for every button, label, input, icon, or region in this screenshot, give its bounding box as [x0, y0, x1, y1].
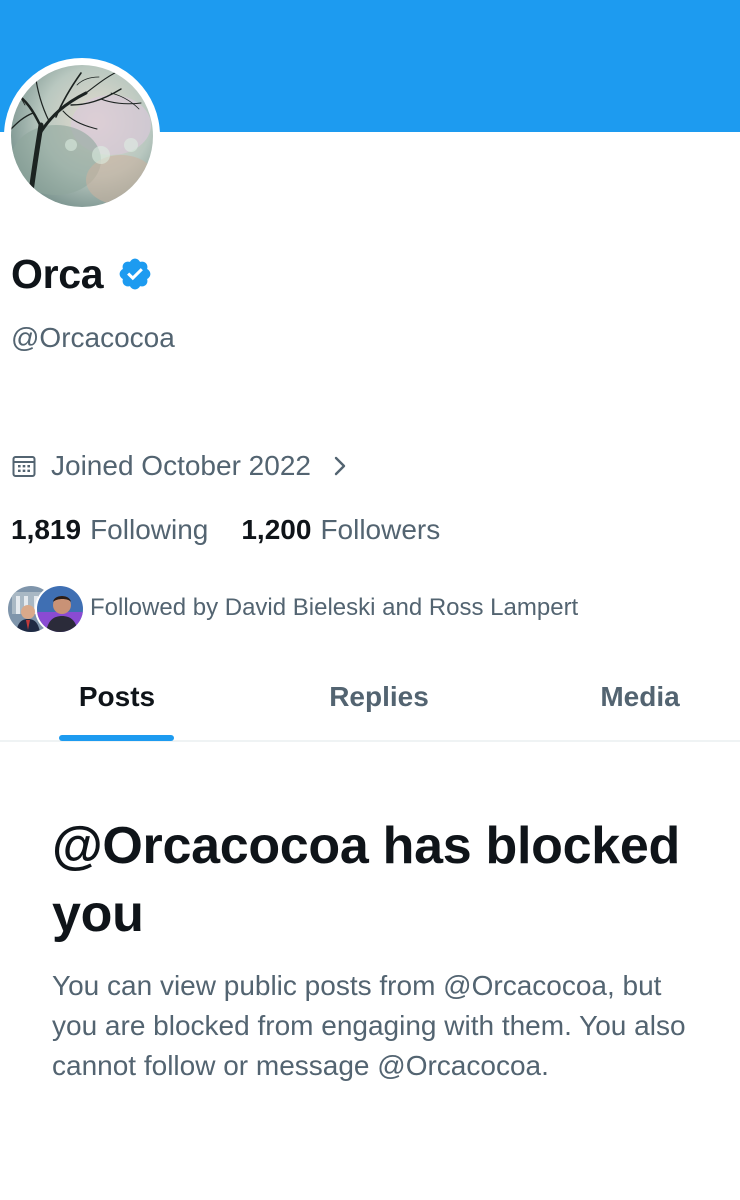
display-name: Orca	[11, 250, 104, 297]
profile-handle: @Orcacocoa	[11, 322, 175, 353]
following-count: 1,819	[11, 514, 82, 545]
followers-count: 1,200	[241, 514, 312, 545]
followed-by-row[interactable]: Followed by David Bieleski and Ross Lamp…	[6, 583, 579, 634]
blocked-message: You can view public posts from @Orcacoco…	[52, 970, 686, 1081]
mutual-avatars	[6, 583, 85, 634]
blocked-title: @Orcacocoa has blocked you	[52, 817, 680, 943]
chevron-right-icon	[334, 456, 346, 476]
joined-date-text: Joined October 2022	[51, 450, 311, 481]
following-link[interactable]: 1,819 Following	[11, 514, 208, 546]
tab-media-label: Media	[600, 681, 680, 712]
tab-replies[interactable]: Replies	[262, 656, 496, 738]
profile-name-row: Orca	[11, 248, 153, 300]
calendar-icon	[12, 456, 36, 477]
verified-badge-icon[interactable]	[117, 256, 153, 292]
avatar-image	[11, 65, 153, 207]
joined-date-row[interactable]: Joined October 2022	[11, 448, 349, 484]
follow-stats: 1,819 Following 1,200 Followers	[11, 512, 440, 548]
profile-tabs: Posts Replies Media	[0, 656, 740, 742]
following-label: Following	[90, 514, 209, 545]
profile-avatar[interactable]	[4, 58, 160, 214]
tab-media[interactable]: Media	[540, 656, 740, 738]
mutual-avatar-ross	[35, 584, 85, 634]
followers-link[interactable]: 1,200 Followers	[241, 514, 440, 546]
followed-by-text: Followed by David Bieleski and Ross Lamp…	[90, 594, 579, 621]
tab-posts-label: Posts	[78, 681, 156, 712]
tab-replies-label: Replies	[329, 681, 429, 712]
followers-label: Followers	[320, 514, 441, 545]
tab-posts[interactable]: Posts	[0, 656, 234, 738]
active-tab-indicator	[59, 735, 174, 741]
